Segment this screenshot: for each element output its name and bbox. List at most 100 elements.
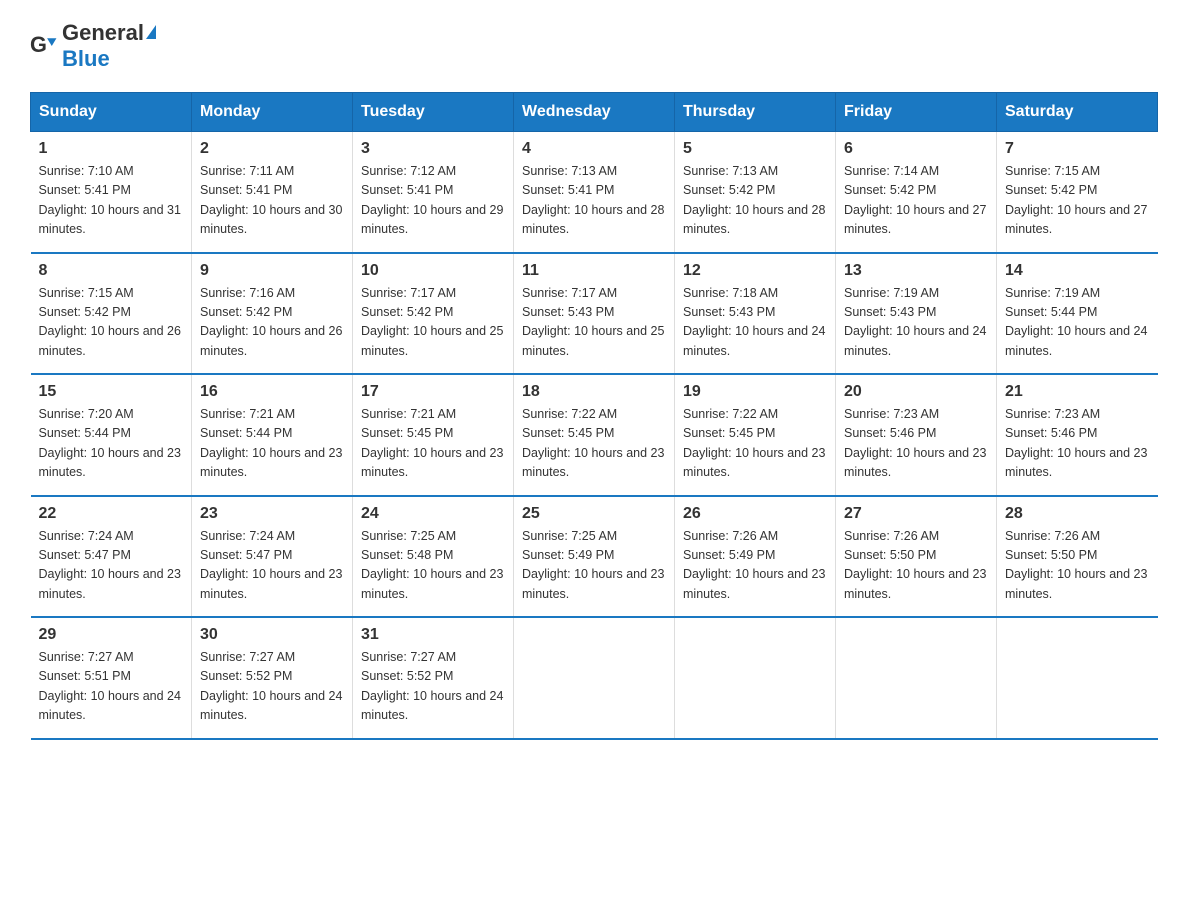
- calendar-day-cell: 7 Sunrise: 7:15 AMSunset: 5:42 PMDayligh…: [997, 132, 1158, 253]
- calendar-day-cell: 4 Sunrise: 7:13 AMSunset: 5:41 PMDayligh…: [514, 132, 675, 253]
- day-number: 17: [361, 383, 505, 401]
- page-header: G General Blue: [30, 20, 1158, 72]
- calendar-day-cell: 10 Sunrise: 7:17 AMSunset: 5:42 PMDaylig…: [353, 253, 514, 375]
- weekday-header-monday: Monday: [192, 93, 353, 132]
- day-info: Sunrise: 7:13 AMSunset: 5:41 PMDaylight:…: [522, 164, 664, 236]
- calendar-week-row: 22 Sunrise: 7:24 AMSunset: 5:47 PMDaylig…: [31, 496, 1158, 618]
- calendar-week-row: 8 Sunrise: 7:15 AMSunset: 5:42 PMDayligh…: [31, 253, 1158, 375]
- day-info: Sunrise: 7:24 AMSunset: 5:47 PMDaylight:…: [200, 529, 342, 601]
- calendar-table: SundayMondayTuesdayWednesdayThursdayFrid…: [30, 92, 1158, 740]
- calendar-day-cell: 13 Sunrise: 7:19 AMSunset: 5:43 PMDaylig…: [836, 253, 997, 375]
- day-number: 14: [1005, 262, 1150, 280]
- day-number: 16: [200, 383, 344, 401]
- day-number: 30: [200, 626, 344, 644]
- calendar-day-cell: 31 Sunrise: 7:27 AMSunset: 5:52 PMDaylig…: [353, 617, 514, 739]
- svg-text:G: G: [30, 32, 47, 57]
- day-info: Sunrise: 7:17 AMSunset: 5:43 PMDaylight:…: [522, 286, 664, 358]
- calendar-day-cell: [997, 617, 1158, 739]
- calendar-day-cell: 14 Sunrise: 7:19 AMSunset: 5:44 PMDaylig…: [997, 253, 1158, 375]
- day-info: Sunrise: 7:16 AMSunset: 5:42 PMDaylight:…: [200, 286, 342, 358]
- weekday-header-thursday: Thursday: [675, 93, 836, 132]
- day-number: 26: [683, 505, 827, 523]
- day-number: 9: [200, 262, 344, 280]
- day-info: Sunrise: 7:21 AMSunset: 5:44 PMDaylight:…: [200, 407, 342, 479]
- calendar-day-cell: 29 Sunrise: 7:27 AMSunset: 5:51 PMDaylig…: [31, 617, 192, 739]
- day-number: 7: [1005, 140, 1150, 158]
- day-info: Sunrise: 7:23 AMSunset: 5:46 PMDaylight:…: [844, 407, 986, 479]
- day-number: 25: [522, 505, 666, 523]
- calendar-header-row: SundayMondayTuesdayWednesdayThursdayFrid…: [31, 93, 1158, 132]
- day-info: Sunrise: 7:24 AMSunset: 5:47 PMDaylight:…: [39, 529, 181, 601]
- calendar-day-cell: 2 Sunrise: 7:11 AMSunset: 5:41 PMDayligh…: [192, 132, 353, 253]
- calendar-day-cell: 20 Sunrise: 7:23 AMSunset: 5:46 PMDaylig…: [836, 374, 997, 496]
- day-info: Sunrise: 7:27 AMSunset: 5:52 PMDaylight:…: [200, 650, 342, 722]
- calendar-day-cell: 3 Sunrise: 7:12 AMSunset: 5:41 PMDayligh…: [353, 132, 514, 253]
- day-info: Sunrise: 7:26 AMSunset: 5:50 PMDaylight:…: [844, 529, 986, 601]
- day-number: 23: [200, 505, 344, 523]
- day-number: 29: [39, 626, 184, 644]
- day-info: Sunrise: 7:19 AMSunset: 5:44 PMDaylight:…: [1005, 286, 1147, 358]
- day-number: 28: [1005, 505, 1150, 523]
- day-number: 27: [844, 505, 988, 523]
- day-info: Sunrise: 7:20 AMSunset: 5:44 PMDaylight:…: [39, 407, 181, 479]
- day-number: 31: [361, 626, 505, 644]
- calendar-day-cell: 30 Sunrise: 7:27 AMSunset: 5:52 PMDaylig…: [192, 617, 353, 739]
- logo-general-text: General: [62, 20, 144, 45]
- day-info: Sunrise: 7:10 AMSunset: 5:41 PMDaylight:…: [39, 164, 181, 236]
- day-info: Sunrise: 7:15 AMSunset: 5:42 PMDaylight:…: [1005, 164, 1147, 236]
- calendar-week-row: 29 Sunrise: 7:27 AMSunset: 5:51 PMDaylig…: [31, 617, 1158, 739]
- day-number: 21: [1005, 383, 1150, 401]
- day-number: 8: [39, 262, 184, 280]
- calendar-day-cell: [675, 617, 836, 739]
- calendar-day-cell: 12 Sunrise: 7:18 AMSunset: 5:43 PMDaylig…: [675, 253, 836, 375]
- day-info: Sunrise: 7:12 AMSunset: 5:41 PMDaylight:…: [361, 164, 503, 236]
- calendar-day-cell: 19 Sunrise: 7:22 AMSunset: 5:45 PMDaylig…: [675, 374, 836, 496]
- calendar-week-row: 15 Sunrise: 7:20 AMSunset: 5:44 PMDaylig…: [31, 374, 1158, 496]
- day-info: Sunrise: 7:26 AMSunset: 5:49 PMDaylight:…: [683, 529, 825, 601]
- day-info: Sunrise: 7:13 AMSunset: 5:42 PMDaylight:…: [683, 164, 825, 236]
- calendar-day-cell: [836, 617, 997, 739]
- day-info: Sunrise: 7:25 AMSunset: 5:48 PMDaylight:…: [361, 529, 503, 601]
- day-info: Sunrise: 7:18 AMSunset: 5:43 PMDaylight:…: [683, 286, 825, 358]
- day-info: Sunrise: 7:14 AMSunset: 5:42 PMDaylight:…: [844, 164, 986, 236]
- day-number: 4: [522, 140, 666, 158]
- weekday-header-saturday: Saturday: [997, 93, 1158, 132]
- calendar-day-cell: 21 Sunrise: 7:23 AMSunset: 5:46 PMDaylig…: [997, 374, 1158, 496]
- calendar-day-cell: 8 Sunrise: 7:15 AMSunset: 5:42 PMDayligh…: [31, 253, 192, 375]
- day-number: 12: [683, 262, 827, 280]
- calendar-day-cell: 11 Sunrise: 7:17 AMSunset: 5:43 PMDaylig…: [514, 253, 675, 375]
- weekday-header-tuesday: Tuesday: [353, 93, 514, 132]
- calendar-day-cell: 26 Sunrise: 7:26 AMSunset: 5:49 PMDaylig…: [675, 496, 836, 618]
- weekday-header-friday: Friday: [836, 93, 997, 132]
- calendar-day-cell: 1 Sunrise: 7:10 AMSunset: 5:41 PMDayligh…: [31, 132, 192, 253]
- day-number: 15: [39, 383, 184, 401]
- day-info: Sunrise: 7:17 AMSunset: 5:42 PMDaylight:…: [361, 286, 503, 358]
- day-info: Sunrise: 7:21 AMSunset: 5:45 PMDaylight:…: [361, 407, 503, 479]
- weekday-header-wednesday: Wednesday: [514, 93, 675, 132]
- day-info: Sunrise: 7:25 AMSunset: 5:49 PMDaylight:…: [522, 529, 664, 601]
- day-info: Sunrise: 7:15 AMSunset: 5:42 PMDaylight:…: [39, 286, 181, 358]
- calendar-day-cell: 16 Sunrise: 7:21 AMSunset: 5:44 PMDaylig…: [192, 374, 353, 496]
- calendar-day-cell: 6 Sunrise: 7:14 AMSunset: 5:42 PMDayligh…: [836, 132, 997, 253]
- day-number: 2: [200, 140, 344, 158]
- day-info: Sunrise: 7:22 AMSunset: 5:45 PMDaylight:…: [683, 407, 825, 479]
- day-number: 22: [39, 505, 184, 523]
- day-number: 19: [683, 383, 827, 401]
- day-number: 10: [361, 262, 505, 280]
- logo-flag-icon: [146, 25, 156, 39]
- day-info: Sunrise: 7:19 AMSunset: 5:43 PMDaylight:…: [844, 286, 986, 358]
- day-info: Sunrise: 7:26 AMSunset: 5:50 PMDaylight:…: [1005, 529, 1147, 601]
- day-number: 5: [683, 140, 827, 158]
- calendar-day-cell: 17 Sunrise: 7:21 AMSunset: 5:45 PMDaylig…: [353, 374, 514, 496]
- calendar-week-row: 1 Sunrise: 7:10 AMSunset: 5:41 PMDayligh…: [31, 132, 1158, 253]
- day-info: Sunrise: 7:27 AMSunset: 5:52 PMDaylight:…: [361, 650, 503, 722]
- calendar-day-cell: 27 Sunrise: 7:26 AMSunset: 5:50 PMDaylig…: [836, 496, 997, 618]
- calendar-day-cell: [514, 617, 675, 739]
- calendar-day-cell: 18 Sunrise: 7:22 AMSunset: 5:45 PMDaylig…: [514, 374, 675, 496]
- weekday-header-sunday: Sunday: [31, 93, 192, 132]
- calendar-day-cell: 9 Sunrise: 7:16 AMSunset: 5:42 PMDayligh…: [192, 253, 353, 375]
- calendar-day-cell: 25 Sunrise: 7:25 AMSunset: 5:49 PMDaylig…: [514, 496, 675, 618]
- day-number: 1: [39, 140, 184, 158]
- calendar-day-cell: 23 Sunrise: 7:24 AMSunset: 5:47 PMDaylig…: [192, 496, 353, 618]
- day-info: Sunrise: 7:23 AMSunset: 5:46 PMDaylight:…: [1005, 407, 1147, 479]
